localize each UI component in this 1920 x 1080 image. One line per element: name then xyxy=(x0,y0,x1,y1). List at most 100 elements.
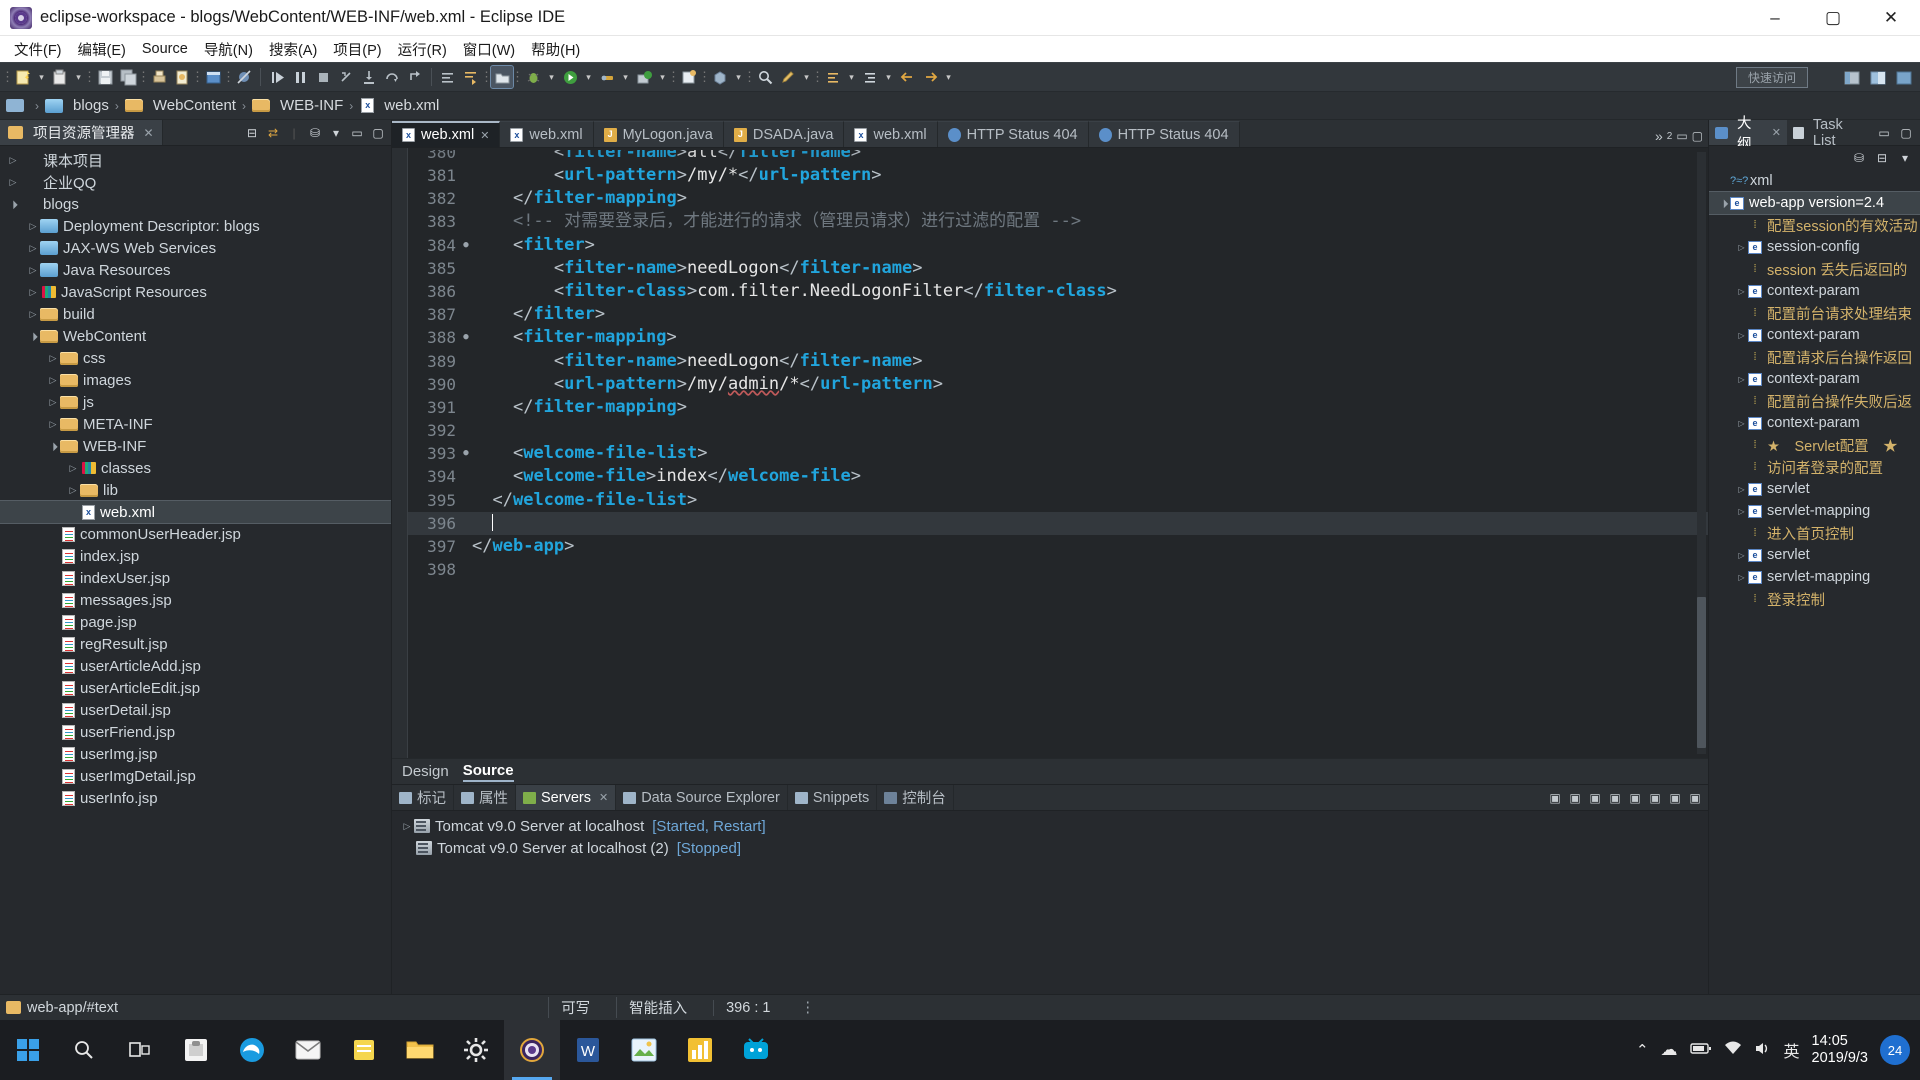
next-annotation-icon[interactable] xyxy=(437,66,459,88)
fold-marker-icon[interactable]: ● xyxy=(460,442,472,465)
new-folder-icon[interactable] xyxy=(49,66,71,88)
code-line[interactable]: 391 </filter-mapping> xyxy=(408,396,1708,419)
tree-item[interactable]: userImg.jsp xyxy=(0,743,391,765)
skip-breakpoints-icon[interactable] xyxy=(233,66,255,88)
servers-list[interactable]: Tomcat v9.0 Server at localhost [Started,… xyxy=(392,811,1708,994)
menu-source[interactable]: Source xyxy=(134,39,196,59)
tree-item[interactable]: WebContent xyxy=(0,325,391,347)
code-line[interactable]: 389 <filter-name>needLogon</filter-name> xyxy=(408,350,1708,373)
editor-tab[interactable]: x web.xml xyxy=(844,121,938,147)
expand-arrow-icon[interactable] xyxy=(400,821,414,832)
scrollbar-thumb[interactable] xyxy=(1697,597,1706,748)
run-last-tool-icon[interactable] xyxy=(460,66,482,88)
menu-file[interactable]: 文件(F) xyxy=(6,37,70,62)
editor-tab[interactable]: x web.xml xyxy=(500,121,594,147)
status-overflow-icon[interactable]: ⋮ xyxy=(800,1000,815,1016)
tree-item[interactable]: META-INF xyxy=(0,413,391,435)
editor-tab[interactable]: x web.xml ✕ xyxy=(392,121,501,147)
code-line[interactable]: 396 xyxy=(408,511,1708,535)
start-button[interactable] xyxy=(0,1020,56,1080)
breadcrumb-item-project[interactable]: blogs xyxy=(45,97,109,114)
debug-server-icon[interactable]: ▣ xyxy=(1567,790,1583,806)
menu-project[interactable]: 项目(P) xyxy=(325,37,389,62)
outline-tree[interactable]: ?≈? xml ◢ e web-app version=2.4 ⁞ 配置session的有效… xyxy=(1709,170,1920,994)
server-row[interactable]: Tomcat v9.0 Server at localhost (2) [Stop… xyxy=(392,837,1708,859)
outline-item[interactable]: ⁞ 配置前台操作失败后返 xyxy=(1709,390,1920,412)
expand-arrow-icon[interactable] xyxy=(46,375,60,386)
tree-item[interactable]: WEB-INF xyxy=(0,435,391,457)
tree-item[interactable]: userInfo.jsp xyxy=(0,787,391,809)
editor-tab[interactable]: J MyLogon.java xyxy=(593,121,724,147)
tray-chevron-icon[interactable]: ⌃ xyxy=(1636,1041,1649,1059)
view-filter-icon[interactable]: ⛁ xyxy=(306,124,324,142)
tree-item[interactable]: classes xyxy=(0,457,391,479)
stop-server-icon[interactable]: ▣ xyxy=(1587,790,1603,806)
open-task-icon[interactable] xyxy=(490,65,514,89)
close-icon[interactable]: ✕ xyxy=(480,129,489,142)
search-button[interactable] xyxy=(56,1020,112,1080)
tab-task-list[interactable]: Task List xyxy=(1787,117,1875,149)
tab-overflow-icon[interactable]: » xyxy=(1655,128,1663,144)
minimize-view-icon[interactable]: ▭ xyxy=(1875,124,1893,142)
source-tab[interactable]: Source xyxy=(462,762,514,782)
new-package-icon[interactable] xyxy=(709,66,731,88)
sort-icon[interactable]: ⛁ xyxy=(1850,149,1868,167)
run-dropdown-icon[interactable]: ▾ xyxy=(582,66,595,88)
server-row[interactable]: Tomcat v9.0 Server at localhost [Started,… xyxy=(392,815,1708,837)
forward-icon[interactable] xyxy=(919,66,941,88)
microsoft-store-button[interactable] xyxy=(168,1020,224,1080)
bottom-tab[interactable]: 属性 xyxy=(454,785,516,810)
run-icon[interactable] xyxy=(559,66,581,88)
minimize-editor-icon[interactable]: ▭ xyxy=(1676,129,1687,143)
disconnect-icon[interactable] xyxy=(335,66,357,88)
tree-item[interactable]: js xyxy=(0,391,391,413)
file-explorer-button[interactable] xyxy=(392,1020,448,1080)
notification-badge[interactable]: 24 xyxy=(1880,1035,1910,1065)
editor-vertical-scrollbar[interactable] xyxy=(1697,152,1706,754)
tab-outline[interactable]: 大纲 ✕ xyxy=(1709,116,1787,153)
menu-navigate[interactable]: 导航(N) xyxy=(196,37,261,62)
code-line[interactable]: 395 </welcome-file-list> xyxy=(408,489,1708,512)
expand-arrow-icon[interactable]: ▷ xyxy=(1735,243,1748,252)
outline-item[interactable]: ▷ e context-param xyxy=(1709,368,1920,390)
bottom-tab[interactable]: Servers ✕ xyxy=(516,785,617,810)
code-line[interactable]: 388 ● <filter-mapping> xyxy=(408,326,1708,349)
tree-item[interactable]: userArticleEdit.jsp xyxy=(0,677,391,699)
fold-marker-icon[interactable]: ● xyxy=(460,234,472,257)
quick-access-field[interactable]: 快速访问 xyxy=(1736,67,1808,88)
tray-volume-icon[interactable] xyxy=(1754,1041,1772,1059)
view-menu-icon[interactable]: ▾ xyxy=(1896,149,1914,167)
outline-item[interactable]: ⁞ session 丢失后返回的 xyxy=(1709,258,1920,280)
outline-item[interactable]: ⁞ 配置前台请求处理结束 xyxy=(1709,302,1920,324)
new-view-icon[interactable] xyxy=(202,66,224,88)
close-icon[interactable]: ✕ xyxy=(1772,126,1781,139)
tree-item[interactable]: x web.xml xyxy=(0,500,391,524)
chart-app-button[interactable] xyxy=(672,1020,728,1080)
toolbar-drag-handle[interactable] xyxy=(4,68,11,86)
new-wizard-dropdown-icon[interactable]: ▾ xyxy=(35,66,48,88)
new-server-icon[interactable]: ▣ xyxy=(1627,790,1643,806)
expand-arrow-icon[interactable] xyxy=(66,485,80,496)
code-line[interactable]: 387 </filter> xyxy=(408,303,1708,326)
next-edit-icon[interactable] xyxy=(859,66,881,88)
bottom-tab[interactable]: Snippets xyxy=(788,785,878,810)
maximize-editor-icon[interactable]: ▢ xyxy=(1692,129,1703,143)
tray-battery-icon[interactable] xyxy=(1689,1042,1712,1058)
breadcrumb-item-webcontent[interactable]: WebContent xyxy=(124,97,236,114)
outline-item[interactable]: ▷ e servlet xyxy=(1709,478,1920,500)
expand-arrow-icon[interactable]: ▷ xyxy=(1735,573,1748,582)
maximize-button[interactable]: ▢ xyxy=(1804,0,1862,35)
tree-item[interactable]: Deployment Descriptor: blogs xyxy=(0,215,391,237)
expand-arrow-icon[interactable] xyxy=(46,353,60,364)
edge-browser-button[interactable] xyxy=(224,1020,280,1080)
outline-item[interactable]: ⁞ 配置session的有效活动 xyxy=(1709,214,1920,236)
resume-icon[interactable] xyxy=(266,66,288,88)
menu-edit[interactable]: 编辑(E) xyxy=(70,37,134,62)
outline-item[interactable]: ⁞ 配置请求后台操作返回 xyxy=(1709,346,1920,368)
publish-icon[interactable]: ▣ xyxy=(1607,790,1623,806)
tree-item[interactable]: messages.jsp xyxy=(0,589,391,611)
menu-run[interactable]: 运行(R) xyxy=(390,37,455,62)
run-server-icon[interactable] xyxy=(633,66,655,88)
tree-item[interactable]: 课本项目 xyxy=(0,149,391,171)
step-into-icon[interactable] xyxy=(358,66,380,88)
